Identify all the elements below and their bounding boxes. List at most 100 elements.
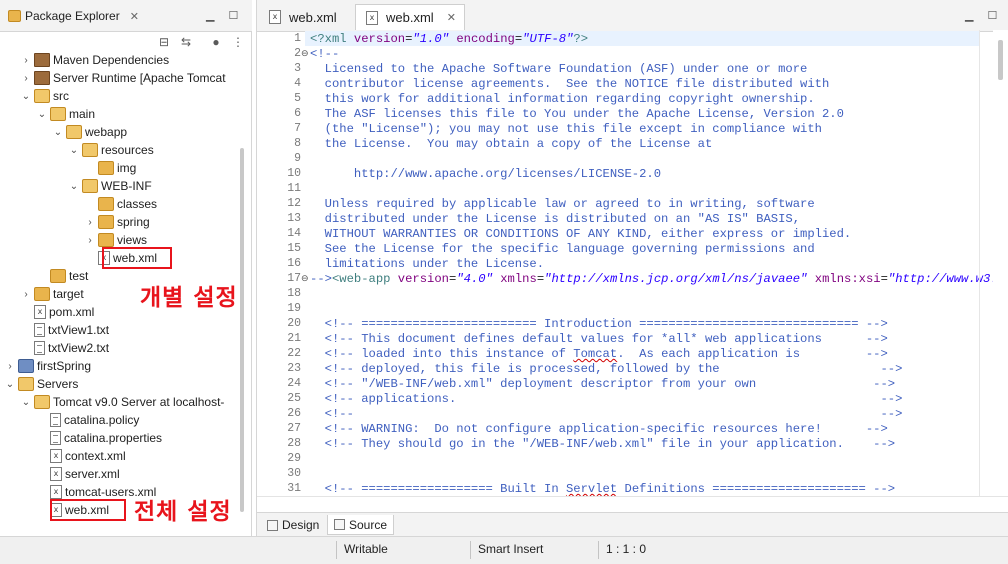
view-menu-icon[interactable]: ⋮ bbox=[230, 34, 246, 50]
code-line: <!-- deployed, this file is processed, f… bbox=[310, 362, 903, 376]
tree-item[interactable]: › firstSpring bbox=[0, 357, 236, 375]
minimize-icon[interactable]: ▁ bbox=[965, 9, 973, 22]
focus-icon[interactable]: ● bbox=[208, 34, 224, 50]
tree-item[interactable]: img bbox=[0, 159, 236, 177]
chevron-down-icon[interactable]: ⌄ bbox=[20, 393, 32, 411]
code-line: <!-- bbox=[310, 47, 340, 61]
tree-item-label: server.xml bbox=[65, 467, 120, 481]
line-number: 13 bbox=[287, 212, 301, 225]
tree-item[interactable]: ⌄ resources bbox=[0, 141, 236, 159]
close-icon[interactable]: ✕ bbox=[130, 10, 139, 23]
tree-item[interactable]: ⌄ main bbox=[0, 105, 236, 123]
chevron-down-icon[interactable]: ⌄ bbox=[68, 177, 80, 195]
editor-vertical-scroll-thumb[interactable] bbox=[998, 40, 1003, 80]
folder-open-icon bbox=[50, 107, 66, 121]
line-number: 12 bbox=[287, 197, 301, 210]
line-number: 5 bbox=[294, 92, 301, 105]
code-line: contributor license agreements. See the … bbox=[310, 77, 830, 91]
folder-icon bbox=[98, 215, 114, 229]
close-icon[interactable]: ✕ bbox=[447, 11, 456, 24]
tree-item[interactable]: ⌄ src bbox=[0, 87, 236, 105]
tab-source[interactable]: Source bbox=[327, 515, 395, 535]
line-number: 24 bbox=[287, 377, 301, 390]
code-line: distributed under the License is distrib… bbox=[310, 212, 801, 226]
chevron-right-icon[interactable]: › bbox=[20, 51, 32, 69]
tree-item-label: firstSpring bbox=[37, 359, 92, 373]
chevron-right-icon[interactable]: › bbox=[20, 69, 32, 87]
status-insert-mode[interactable]: Smart Insert bbox=[478, 542, 543, 556]
tree-item[interactable]: catalina.properties bbox=[0, 429, 236, 447]
folder-icon bbox=[98, 161, 114, 175]
line-number: 22 bbox=[287, 347, 301, 360]
code-line: The ASF licenses this file to You under … bbox=[310, 107, 844, 121]
fold-toggle-icon[interactable]: ⊖ bbox=[301, 49, 309, 59]
code-line: <!-- loaded into this instance of Tomcat… bbox=[310, 347, 888, 361]
chevron-right-icon[interactable]: › bbox=[4, 357, 16, 375]
code-line: <!-- They should go in the "/WEB-INF/web… bbox=[310, 437, 896, 451]
status-separator bbox=[336, 541, 337, 559]
line-number: 30 bbox=[287, 467, 301, 480]
tree-item[interactable]: › Maven Dependencies bbox=[0, 51, 236, 69]
line-number: 8 bbox=[294, 137, 301, 150]
tree-item[interactable]: ⌄ WEB-INF bbox=[0, 177, 236, 195]
print-margin bbox=[979, 30, 980, 496]
jar-icon bbox=[34, 53, 50, 67]
line-number: 29 bbox=[287, 452, 301, 465]
tree-item[interactable]: › Server Runtime [Apache Tomcat bbox=[0, 69, 236, 87]
status-separator bbox=[598, 541, 599, 559]
tree-item[interactable]: catalina.policy bbox=[0, 411, 236, 429]
status-cursor-position: 1 : 1 : 0 bbox=[606, 542, 647, 556]
minimize-icon[interactable]: ▁ bbox=[206, 9, 214, 22]
code-line: <!-- "/WEB-INF/web.xml" deployment descr… bbox=[310, 377, 896, 391]
tree-item[interactable]: x context.xml bbox=[0, 447, 236, 465]
tab-design[interactable]: Design bbox=[261, 515, 325, 535]
txt-file-icon bbox=[34, 341, 45, 355]
line-number: 1 bbox=[294, 32, 301, 45]
folder-open-icon bbox=[34, 395, 50, 409]
collapse-all-icon[interactable]: ⊟ bbox=[156, 34, 172, 50]
tree-item[interactable]: txtView2.txt bbox=[0, 339, 236, 357]
tree-item[interactable]: txtView1.txt bbox=[0, 321, 236, 339]
chevron-right-icon[interactable]: › bbox=[84, 231, 96, 249]
chevron-down-icon[interactable]: ⌄ bbox=[36, 105, 48, 123]
chevron-down-icon[interactable]: ⌄ bbox=[68, 141, 80, 159]
editor-vertical-scrollbar[interactable] bbox=[993, 30, 1008, 496]
line-number: 14 bbox=[287, 227, 301, 240]
tree-item[interactable]: ⌄ Servers bbox=[0, 375, 236, 393]
chevron-down-icon[interactable]: ⌄ bbox=[20, 87, 32, 105]
editor-tab-label: web.xml bbox=[289, 9, 337, 25]
editor-tab-1[interactable]: x web.xml bbox=[259, 4, 345, 30]
tree-item[interactable]: ⌄ webapp bbox=[0, 123, 236, 141]
tree-item-label: Maven Dependencies bbox=[53, 53, 170, 67]
line-number: 7 bbox=[294, 122, 301, 135]
chevron-right-icon[interactable]: › bbox=[84, 213, 96, 231]
chevron-down-icon[interactable]: ⌄ bbox=[52, 123, 64, 141]
chevron-right-icon[interactable]: › bbox=[20, 285, 32, 303]
chevron-down-icon[interactable]: ⌄ bbox=[4, 375, 16, 393]
link-with-editor-icon[interactable]: ⇆ bbox=[178, 34, 194, 50]
editor-tab-2[interactable]: x web.xml ✕ bbox=[355, 4, 465, 30]
folder-open-icon bbox=[66, 125, 82, 139]
tree-item[interactable]: classes bbox=[0, 195, 236, 213]
code-line: <!-- --> bbox=[310, 407, 903, 421]
package-explorer-tab[interactable]: Package Explorer ✕ bbox=[4, 4, 143, 28]
folder-icon bbox=[34, 287, 50, 301]
fold-toggle-icon[interactable]: ⊖ bbox=[301, 274, 309, 284]
tree-item[interactable]: › spring bbox=[0, 213, 236, 231]
editor-panel: x web.xml x web.xml ✕ ▁ ☐ 1 <?xml version… bbox=[256, 0, 1008, 536]
tree-item[interactable]: x server.xml bbox=[0, 465, 236, 483]
folder-open-icon bbox=[82, 179, 98, 193]
maximize-icon[interactable]: ☐ bbox=[987, 9, 997, 22]
tree-item[interactable]: ⌄ Tomcat v9.0 Server at localhost- bbox=[0, 393, 236, 411]
code-editor[interactable]: 1 <?xml version="1.0" encoding="UTF-8"?> 2… bbox=[257, 30, 993, 496]
line-number: 21 bbox=[287, 332, 301, 345]
maximize-icon[interactable]: ☐ bbox=[228, 9, 238, 22]
status-bar: Writable Smart Insert 1 : 1 : 0 bbox=[0, 536, 1008, 564]
line-number: 25 bbox=[287, 392, 301, 405]
tree-scrollbar[interactable] bbox=[240, 148, 244, 512]
editor-horizontal-scrollbar[interactable] bbox=[257, 496, 1008, 512]
